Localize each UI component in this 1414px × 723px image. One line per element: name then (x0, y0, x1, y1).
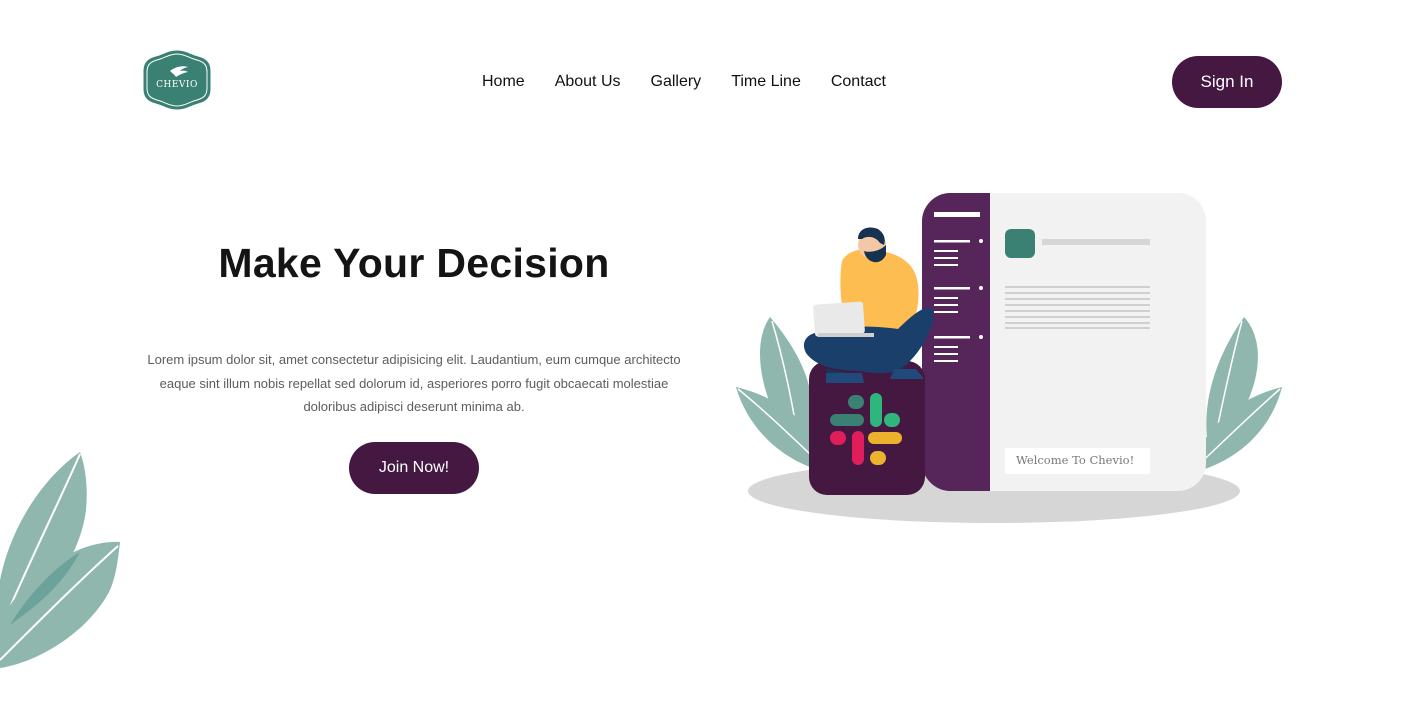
join-now-button[interactable]: Join Now! (349, 442, 479, 494)
sign-in-button[interactable]: Sign In (1172, 56, 1282, 108)
logo-text: CHEVIO (156, 80, 198, 90)
leaf-decoration-icon (0, 452, 120, 668)
logo[interactable]: CHEVIO (142, 49, 212, 111)
chat-window-icon (922, 193, 1206, 491)
welcome-message: Welcome To Chevio! (1016, 453, 1135, 467)
nav-time-line[interactable]: Time Line (731, 71, 801, 93)
hero-title: Make Your Decision (218, 240, 610, 286)
landing-page: CHEVIO Home About Us Gallery Time Line C… (0, 0, 1414, 723)
person-with-laptop-icon (803, 227, 934, 383)
main-nav: Home About Us Gallery Time Line Contact (470, 71, 916, 93)
hero-illustration (736, 193, 1282, 523)
nav-about-us[interactable]: About Us (555, 71, 621, 93)
nav-gallery[interactable]: Gallery (651, 71, 702, 93)
nav-home[interactable]: Home (482, 71, 525, 93)
nav-contact[interactable]: Contact (831, 71, 886, 93)
hero-description: Lorem ipsum dolor sit, amet consectetur … (147, 352, 681, 414)
